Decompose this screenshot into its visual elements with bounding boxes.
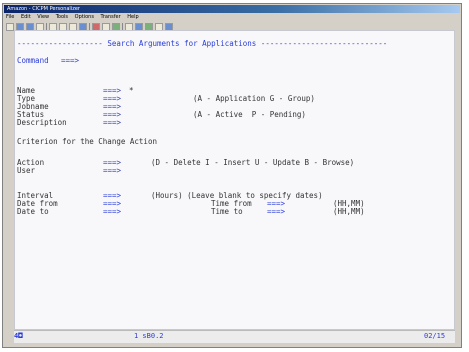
- window-title: Amazon - CICPM Personalizer: [7, 6, 80, 12]
- menu-bar: File Edit View Tools Options Transfer He…: [6, 14, 144, 21]
- session-indicator: 1 sB0.2: [134, 332, 164, 340]
- menu-file[interactable]: File: [6, 14, 14, 20]
- date-to-label: Date to: [17, 207, 49, 216]
- date-to-arrow: ===>: [103, 207, 122, 216]
- window-titlebar[interactable]: Amazon - CICPM Personalizer: [4, 5, 460, 13]
- screen-header: ------------------- Search Arguments for…: [17, 39, 387, 48]
- page-title: Search Arguments for Applications: [107, 39, 257, 48]
- menu-transfer[interactable]: Transfer: [101, 14, 121, 20]
- user-input[interactable]: [129, 166, 179, 175]
- header-rule-left: -------------------: [17, 39, 103, 48]
- time-to-input[interactable]: [293, 207, 323, 216]
- cursor-position: 02/15: [424, 332, 446, 340]
- description-label: Description: [17, 118, 67, 127]
- command-arrow: ===>: [61, 56, 80, 65]
- criteria-heading: Criterion for the Change Action: [17, 137, 157, 146]
- menu-options[interactable]: Options: [75, 14, 94, 20]
- command-label: Command: [17, 56, 49, 65]
- new-icon[interactable]: [6, 23, 14, 31]
- menu-view[interactable]: View: [37, 14, 49, 20]
- time-to-arrow: ===>: [267, 207, 286, 216]
- date-to-input[interactable]: [129, 207, 179, 216]
- action-hint: (D - Delete I - Insert U - Update B - Br…: [151, 158, 355, 167]
- menu-help[interactable]: Help: [127, 14, 138, 20]
- user-arrow: ===>: [103, 166, 122, 175]
- time-to-label: Time to: [211, 207, 243, 216]
- menu-edit[interactable]: Edit: [21, 14, 31, 20]
- type-hint: (A - Application G - Group): [193, 94, 315, 103]
- description-input[interactable]: [129, 118, 249, 127]
- user-label: User: [17, 166, 36, 175]
- connection-indicator: 4◘: [14, 332, 23, 340]
- terminal-screen[interactable]: ------------------- Search Arguments for…: [14, 30, 455, 330]
- time-to-format: (HH,MM): [333, 207, 365, 216]
- menu-tools[interactable]: Tools: [56, 14, 68, 20]
- status-bar: 4◘ 1 sB0.2 02/15: [14, 330, 455, 343]
- header-rule-right: ----------------------------: [260, 39, 388, 48]
- description-arrow: ===>: [103, 118, 122, 127]
